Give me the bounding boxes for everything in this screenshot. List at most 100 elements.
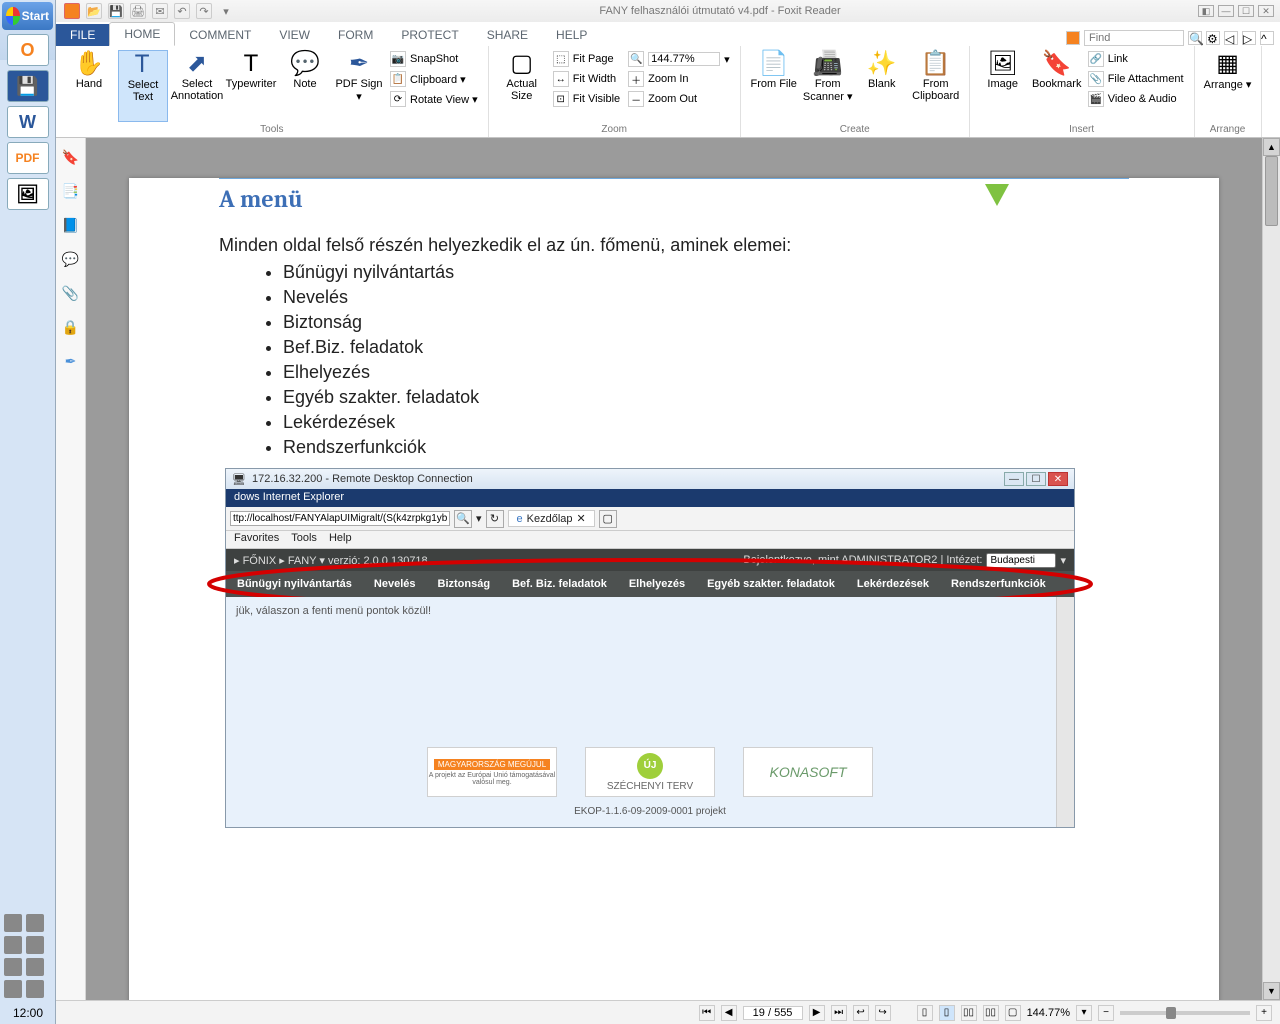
blank-button[interactable]: ✨Blank: [857, 50, 907, 122]
fit-width-button[interactable]: ↔Fit Width: [551, 70, 622, 88]
save-icon[interactable]: 💾: [108, 3, 124, 19]
undo-icon[interactable]: ↶: [174, 3, 190, 19]
pages-icon[interactable]: 📑: [62, 182, 80, 200]
clipboard-button[interactable]: 📋Clipboard ▾: [388, 70, 480, 88]
fit-page-button[interactable]: ⬚Fit Page: [551, 50, 622, 68]
nav-fwd-icon[interactable]: ↪: [875, 1005, 891, 1021]
tab-help[interactable]: HELP: [542, 24, 601, 46]
maximize-icon[interactable]: ☐: [1238, 5, 1254, 17]
zoom-in-icon[interactable]: +: [1256, 1005, 1272, 1021]
zoom-slider-thumb[interactable]: [1166, 1007, 1176, 1019]
attachments-icon[interactable]: 📎: [62, 284, 80, 302]
from-scanner-button[interactable]: 📠From Scanner ▾: [803, 50, 853, 122]
snapshot-icon: 📷: [390, 51, 406, 67]
find-input[interactable]: [1084, 30, 1184, 46]
scroll-up-icon[interactable]: ▲: [1263, 138, 1280, 156]
start-button[interactable]: Start: [2, 2, 53, 30]
page-viewport[interactable]: A menü Minden oldal felső részén helyezk…: [86, 138, 1262, 1000]
tab-file[interactable]: FILE: [56, 24, 109, 46]
link-button[interactable]: 🔗Link: [1086, 50, 1186, 68]
zoom-input[interactable]: [648, 52, 720, 66]
tab-home[interactable]: HOME: [109, 22, 175, 46]
settings-icon[interactable]: ⚙: [1206, 31, 1220, 45]
zoom-out-icon[interactable]: −: [1098, 1005, 1114, 1021]
tray-icon[interactable]: [4, 958, 22, 976]
first-page-icon[interactable]: ⏮: [699, 1005, 715, 1021]
open-icon[interactable]: 📂: [86, 3, 102, 19]
taskbar-app-outlook[interactable]: O: [7, 34, 49, 66]
last-page-icon[interactable]: ⏭: [831, 1005, 847, 1021]
view-cover-icon[interactable]: ▢: [1005, 1005, 1021, 1021]
tray-icon[interactable]: [26, 958, 44, 976]
scroll-track[interactable]: [1263, 156, 1280, 982]
tab-protect[interactable]: PROTECT: [387, 24, 472, 46]
zoom-value[interactable]: 🔍▾: [626, 50, 732, 68]
bookmark-button[interactable]: 🔖Bookmark: [1032, 50, 1082, 122]
tab-comment[interactable]: COMMENT: [175, 24, 265, 46]
select-annotation-icon: ⬈: [187, 52, 207, 76]
tab-view[interactable]: VIEW: [265, 24, 324, 46]
minimize-icon[interactable]: —: [1218, 5, 1234, 17]
find-go-icon[interactable]: 🔍: [1188, 31, 1202, 45]
tray-icon[interactable]: [26, 914, 44, 932]
search-icon[interactable]: [1066, 31, 1080, 45]
select-text-button[interactable]: ᎢSelect Text: [118, 50, 168, 122]
tray-icon[interactable]: [4, 936, 22, 954]
layers-icon[interactable]: 📘: [62, 216, 80, 234]
tab-share[interactable]: SHARE: [473, 24, 542, 46]
close-icon[interactable]: ✕: [1258, 5, 1274, 17]
fit-visible-button[interactable]: ⊡Fit Visible: [551, 90, 622, 108]
taskbar-app-image[interactable]: 🖼: [7, 178, 49, 210]
security-icon[interactable]: 🔒: [62, 318, 80, 336]
taskbar-app-save[interactable]: 💾: [7, 70, 49, 102]
arrange-button[interactable]: ▦Arrange ▾: [1203, 50, 1253, 122]
snapshot-button[interactable]: 📷SnapShot: [388, 50, 480, 68]
nav-back-icon[interactable]: ↩: [853, 1005, 869, 1021]
zoom-slider[interactable]: [1120, 1011, 1250, 1015]
prev-icon[interactable]: ◁: [1224, 31, 1238, 45]
collapse-ribbon-icon[interactable]: ^: [1260, 31, 1274, 45]
page-number-input[interactable]: [743, 1006, 803, 1020]
view-facing-icon[interactable]: ▯▯: [961, 1005, 977, 1021]
tab-form[interactable]: FORM: [324, 24, 387, 46]
comments-icon[interactable]: 💬: [62, 250, 80, 268]
tray-icon[interactable]: [4, 980, 22, 998]
scroll-thumb[interactable]: [1265, 156, 1278, 226]
prev-page-icon[interactable]: ◀: [721, 1005, 737, 1021]
taskbar-app-pdf[interactable]: PDF: [7, 142, 49, 174]
redo-icon[interactable]: ↷: [196, 3, 212, 19]
bookmarks-icon[interactable]: 🔖: [62, 148, 80, 166]
signatures-icon[interactable]: ✒: [62, 352, 80, 370]
from-file-button[interactable]: 📄From File: [749, 50, 799, 122]
hand-button[interactable]: ✋Hand: [64, 50, 114, 122]
taskbar-app-word[interactable]: W: [7, 106, 49, 138]
from-clipboard-button[interactable]: 📋From Clipboard: [911, 50, 961, 122]
zoom-dropdown-icon[interactable]: ▾: [1076, 1005, 1092, 1021]
print-icon[interactable]: 🖨: [130, 3, 146, 19]
tray-icon[interactable]: [26, 936, 44, 954]
view-continuous-facing-icon[interactable]: ▯▯: [983, 1005, 999, 1021]
tray-icon[interactable]: [4, 914, 22, 932]
email-icon[interactable]: ✉: [152, 3, 168, 19]
qat-dropdown-icon[interactable]: ▾: [218, 3, 234, 19]
tray-icon[interactable]: [26, 980, 44, 998]
help-icon[interactable]: ◧: [1198, 5, 1214, 17]
rotate-view-button[interactable]: ⟳Rotate View ▾: [388, 90, 480, 108]
pdf-sign-button[interactable]: ✒PDF Sign ▾: [334, 50, 384, 122]
actual-size-button[interactable]: ▢Actual Size: [497, 50, 547, 122]
view-continuous-icon[interactable]: ▯: [939, 1005, 955, 1021]
typewriter-button[interactable]: TTypewriter: [226, 50, 276, 122]
scroll-down-icon[interactable]: ▼: [1263, 982, 1280, 1000]
file-attachment-button[interactable]: 📎File Attachment: [1086, 70, 1186, 88]
image-button[interactable]: 🖼Image: [978, 50, 1028, 122]
zoom-out-button[interactable]: －Zoom Out: [626, 90, 732, 108]
taskbar-clock[interactable]: 12:00: [4, 1006, 52, 1020]
select-annotation-button[interactable]: ⬈Select Annotation: [172, 50, 222, 122]
vertical-scrollbar[interactable]: ▲ ▼: [1262, 138, 1280, 1000]
note-button[interactable]: 💬Note: [280, 50, 330, 122]
next-page-icon[interactable]: ▶: [809, 1005, 825, 1021]
video-audio-button[interactable]: 🎬Video & Audio: [1086, 90, 1186, 108]
zoom-in-button[interactable]: ＋Zoom In: [626, 70, 732, 88]
next-icon[interactable]: ▷: [1242, 31, 1256, 45]
view-single-icon[interactable]: ▯: [917, 1005, 933, 1021]
